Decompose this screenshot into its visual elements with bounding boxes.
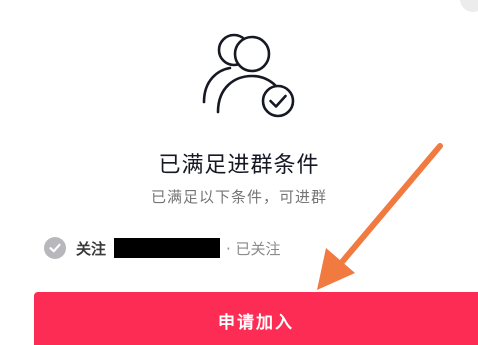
condition-row: 关注 · 已关注 xyxy=(44,236,281,260)
condition-label: 关注 xyxy=(76,239,107,258)
condition-status: · 已关注 xyxy=(226,239,281,258)
group-members-check-icon xyxy=(202,33,295,118)
join-button[interactable]: 申请加入 xyxy=(34,292,478,345)
close-icon[interactable] xyxy=(460,0,478,12)
dialog-title: 已满足进群条件 xyxy=(158,153,320,178)
dialog-subtitle: 已满足以下条件，可进群 xyxy=(150,188,327,206)
join-group-dialog: 已满足进群条件 已满足以下条件，可进群 关注 · 已关注 申请加入 xyxy=(0,0,478,345)
join-button-label: 申请加入 xyxy=(218,313,294,333)
redacted-account-name xyxy=(114,238,221,258)
check-circle-icon xyxy=(44,237,66,259)
